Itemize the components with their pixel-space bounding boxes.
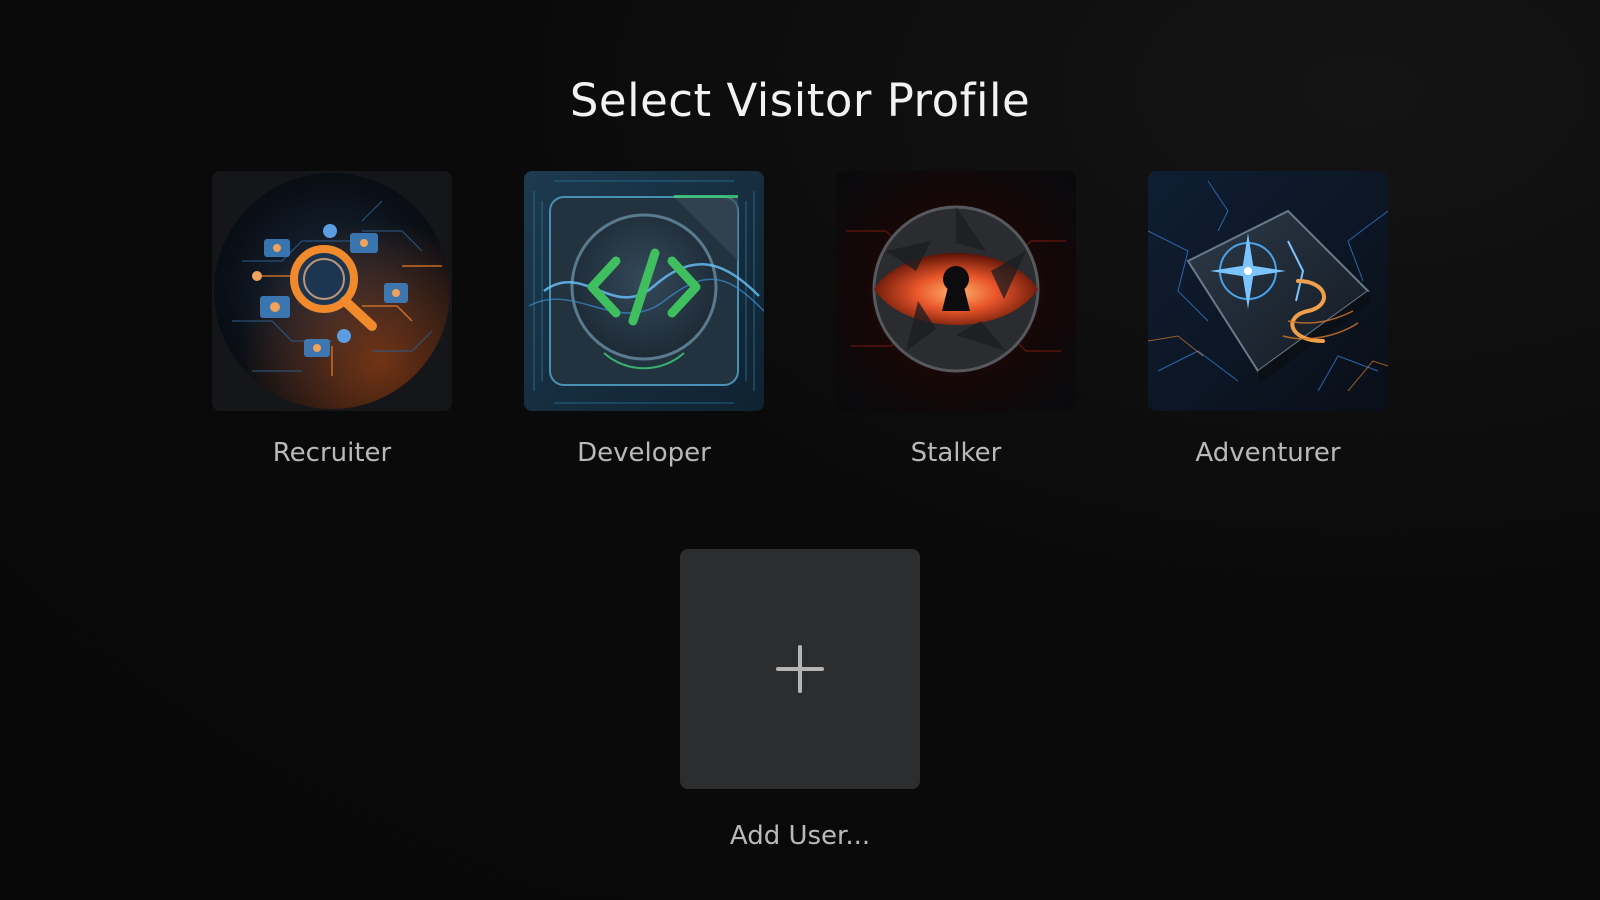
profile-stalker[interactable]: Stalker — [836, 171, 1076, 468]
profile-developer[interactable]: Developer — [524, 171, 764, 468]
profile-grid: Recruiter Developer Stalker Adventurer — [212, 171, 1388, 481]
stalker-avatar[interactable] — [836, 171, 1076, 411]
magnifier-network-icon — [212, 171, 452, 411]
add-user-button[interactable]: Add User... — [680, 549, 920, 851]
code-brackets-icon — [524, 171, 764, 411]
recruiter-avatar[interactable] — [212, 171, 452, 411]
plus-icon — [776, 645, 824, 693]
add-user-label: Add User... — [729, 821, 871, 851]
profile-adventurer[interactable]: Adventurer — [1148, 171, 1388, 468]
profile-label: Stalker — [910, 438, 1002, 468]
adventurer-avatar[interactable] — [1148, 171, 1388, 411]
profile-select-screen: Select Visitor Profile Recruiter Develop… — [0, 0, 1600, 900]
add-user-tile[interactable] — [680, 549, 920, 789]
profile-label: Adventurer — [1195, 438, 1341, 468]
eye-keyhole-icon — [836, 171, 1076, 411]
profile-label: Recruiter — [272, 438, 392, 468]
profile-recruiter[interactable]: Recruiter — [212, 171, 452, 468]
page-title: Select Visitor Profile — [569, 74, 1031, 128]
compass-map-icon — [1148, 171, 1388, 411]
profile-label: Developer — [577, 438, 711, 468]
developer-avatar[interactable] — [524, 171, 764, 411]
